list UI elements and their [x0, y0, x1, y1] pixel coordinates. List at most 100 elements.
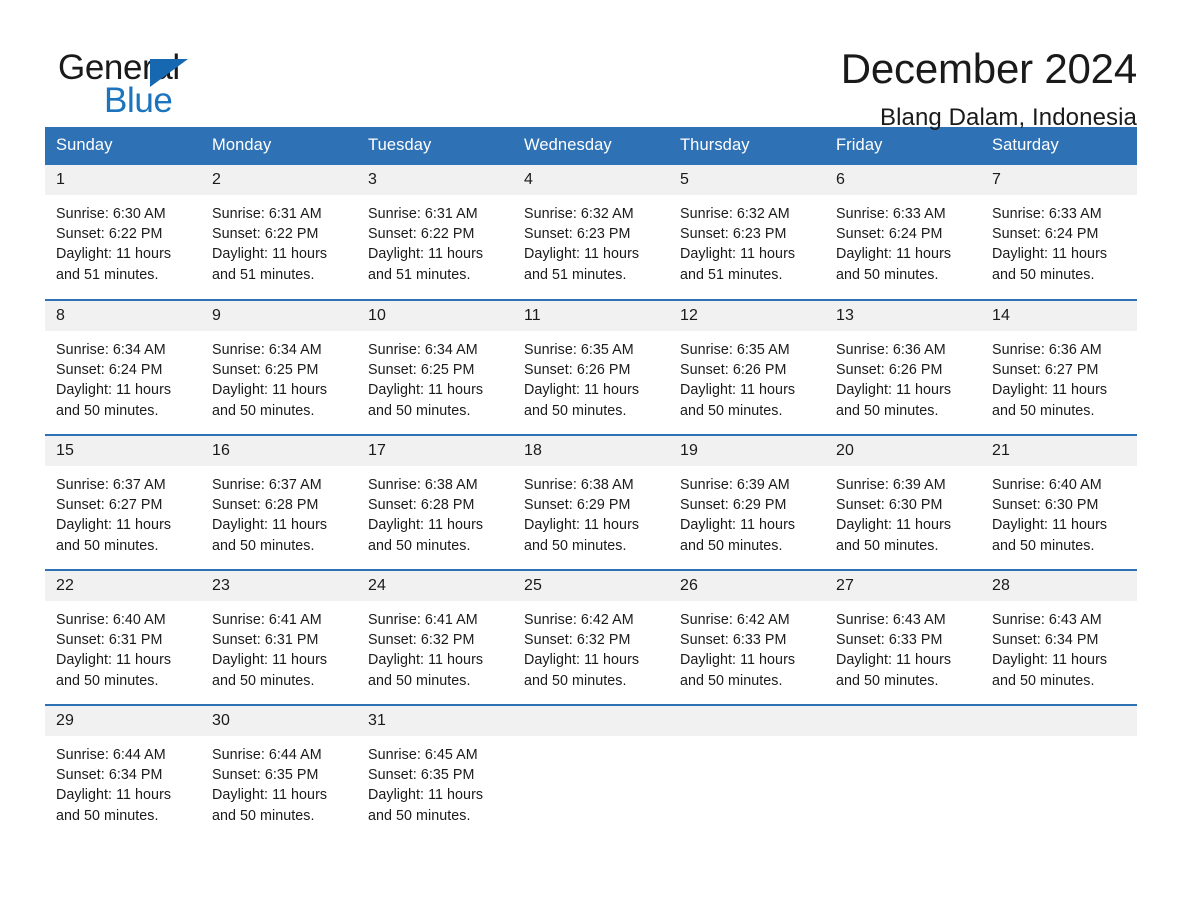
- calendar-day-cell[interactable]: 9 Sunrise: 6:34 AM Sunset: 6:25 PM Daylig…: [201, 299, 357, 435]
- day-sun-info: [513, 736, 669, 745]
- day-sun-info: Sunrise: 6:44 AM Sunset: 6:34 PM Dayligh…: [56, 747, 172, 824]
- calendar-body: 1 Sunrise: 6:30 AM Sunset: 6:22 PM Daylig…: [45, 165, 1137, 840]
- calendar-day-cell[interactable]: 11 Sunrise: 6:35 AM Sunset: 6:26 PM Dayli…: [513, 299, 669, 435]
- calendar-day-cell[interactable]: 25 Sunrise: 6:42 AM Sunset: 6:32 PM Dayli…: [513, 569, 669, 705]
- calendar-week-row: 1 Sunrise: 6:30 AM Sunset: 6:22 PM Daylig…: [45, 165, 1137, 300]
- calendar-day-cell[interactable]: 23 Sunrise: 6:41 AM Sunset: 6:31 PM Dayli…: [201, 569, 357, 705]
- page-header: General Blue December 2024 Blang Dalam, …: [0, 0, 1188, 132]
- calendar-day-cell[interactable]: 22 Sunrise: 6:40 AM Sunset: 6:31 PM Dayli…: [45, 569, 201, 705]
- day-number: 4: [513, 165, 669, 195]
- day-number: [669, 706, 825, 736]
- calendar-day-cell[interactable]: 14 Sunrise: 6:36 AM Sunset: 6:27 PM Dayli…: [981, 299, 1137, 435]
- calendar-day-cell[interactable]: 2 Sunrise: 6:31 AM Sunset: 6:22 PM Daylig…: [201, 165, 357, 300]
- calendar-day-cell[interactable]: 8 Sunrise: 6:34 AM Sunset: 6:24 PM Daylig…: [45, 299, 201, 435]
- day-sun-info: Sunrise: 6:44 AM Sunset: 6:35 PM Dayligh…: [212, 747, 328, 824]
- day-sun-info: Sunrise: 6:35 AM Sunset: 6:26 PM Dayligh…: [524, 342, 640, 419]
- day-sun-info: Sunrise: 6:34 AM Sunset: 6:25 PM Dayligh…: [212, 342, 328, 419]
- calendar-day-cell[interactable]: 16 Sunrise: 6:37 AM Sunset: 6:28 PM Dayli…: [201, 434, 357, 570]
- day-sun-info: Sunrise: 6:40 AM Sunset: 6:31 PM Dayligh…: [56, 612, 172, 689]
- day-number: 6: [825, 165, 981, 195]
- day-sun-info: Sunrise: 6:37 AM Sunset: 6:28 PM Dayligh…: [212, 477, 328, 554]
- day-number: 18: [513, 436, 669, 466]
- day-sun-info: Sunrise: 6:45 AM Sunset: 6:35 PM Dayligh…: [368, 747, 484, 824]
- calendar-day-cell[interactable]: 7 Sunrise: 6:33 AM Sunset: 6:24 PM Daylig…: [981, 165, 1137, 300]
- calendar-week-row: 29 Sunrise: 6:44 AM Sunset: 6:34 PM Dayli…: [45, 704, 1137, 840]
- day-number: 10: [357, 301, 513, 331]
- calendar-week-row: 15 Sunrise: 6:37 AM Sunset: 6:27 PM Dayli…: [45, 434, 1137, 570]
- day-sun-info: Sunrise: 6:37 AM Sunset: 6:27 PM Dayligh…: [56, 477, 172, 554]
- day-number: 31: [357, 706, 513, 736]
- calendar-empty-cell: [981, 704, 1137, 840]
- calendar-wrapper: Sunday Monday Tuesday Wednesday Thursday…: [0, 127, 1188, 840]
- day-sun-info: Sunrise: 6:31 AM Sunset: 6:22 PM Dayligh…: [212, 206, 328, 283]
- calendar-day-cell[interactable]: 18 Sunrise: 6:38 AM Sunset: 6:29 PM Dayli…: [513, 434, 669, 570]
- day-sun-info: Sunrise: 6:43 AM Sunset: 6:33 PM Dayligh…: [836, 612, 952, 689]
- day-number: 23: [201, 571, 357, 601]
- calendar-day-cell[interactable]: 6 Sunrise: 6:33 AM Sunset: 6:24 PM Daylig…: [825, 165, 981, 300]
- day-sun-info: Sunrise: 6:33 AM Sunset: 6:24 PM Dayligh…: [992, 206, 1108, 283]
- calendar-day-cell[interactable]: 28 Sunrise: 6:43 AM Sunset: 6:34 PM Dayli…: [981, 569, 1137, 705]
- weekday-header-saturday: Saturday: [981, 127, 1137, 165]
- day-sun-info: Sunrise: 6:36 AM Sunset: 6:26 PM Dayligh…: [836, 342, 952, 419]
- day-sun-info: Sunrise: 6:32 AM Sunset: 6:23 PM Dayligh…: [680, 206, 796, 283]
- calendar-day-cell[interactable]: 1 Sunrise: 6:30 AM Sunset: 6:22 PM Daylig…: [45, 165, 201, 300]
- page-title: December 2024: [840, 45, 1137, 92]
- day-number: 22: [45, 571, 201, 601]
- calendar-day-cell[interactable]: 15 Sunrise: 6:37 AM Sunset: 6:27 PM Dayli…: [45, 434, 201, 570]
- weekday-header-wednesday: Wednesday: [513, 127, 669, 165]
- day-sun-info: Sunrise: 6:33 AM Sunset: 6:24 PM Dayligh…: [836, 206, 952, 283]
- calendar-empty-cell: [825, 704, 981, 840]
- calendar-day-cell[interactable]: 3 Sunrise: 6:31 AM Sunset: 6:22 PM Daylig…: [357, 165, 513, 300]
- weekday-header-tuesday: Tuesday: [357, 127, 513, 165]
- logo-text-blue: Blue: [104, 81, 173, 120]
- day-number: 14: [981, 301, 1137, 331]
- day-number: 28: [981, 571, 1137, 601]
- calendar-day-cell[interactable]: 20 Sunrise: 6:39 AM Sunset: 6:30 PM Dayli…: [825, 434, 981, 570]
- day-number: 30: [201, 706, 357, 736]
- calendar-day-cell[interactable]: 26 Sunrise: 6:42 AM Sunset: 6:33 PM Dayli…: [669, 569, 825, 705]
- calendar-day-cell[interactable]: 4 Sunrise: 6:32 AM Sunset: 6:23 PM Daylig…: [513, 165, 669, 300]
- day-number: 29: [45, 706, 201, 736]
- day-sun-info: Sunrise: 6:35 AM Sunset: 6:26 PM Dayligh…: [680, 342, 796, 419]
- day-number: 19: [669, 436, 825, 466]
- calendar-day-cell[interactable]: 19 Sunrise: 6:39 AM Sunset: 6:29 PM Dayli…: [669, 434, 825, 570]
- weekday-header-friday: Friday: [825, 127, 981, 165]
- weekday-header-sunday: Sunday: [45, 127, 201, 165]
- calendar-day-cell[interactable]: 24 Sunrise: 6:41 AM Sunset: 6:32 PM Dayli…: [357, 569, 513, 705]
- day-sun-info: Sunrise: 6:36 AM Sunset: 6:27 PM Dayligh…: [992, 342, 1108, 419]
- calendar-day-cell[interactable]: 10 Sunrise: 6:34 AM Sunset: 6:25 PM Dayli…: [357, 299, 513, 435]
- day-number: 12: [669, 301, 825, 331]
- weekday-header-thursday: Thursday: [669, 127, 825, 165]
- day-number: 5: [669, 165, 825, 195]
- day-number: 13: [825, 301, 981, 331]
- generalblue-logo: General Blue: [58, 44, 258, 118]
- day-sun-info: [825, 736, 981, 745]
- day-number: 25: [513, 571, 669, 601]
- day-sun-info: [669, 736, 825, 745]
- day-sun-info: Sunrise: 6:38 AM Sunset: 6:28 PM Dayligh…: [368, 477, 484, 554]
- day-number: 24: [357, 571, 513, 601]
- calendar-day-cell[interactable]: 5 Sunrise: 6:32 AM Sunset: 6:23 PM Daylig…: [669, 165, 825, 300]
- calendar-week-row: 22 Sunrise: 6:40 AM Sunset: 6:31 PM Dayli…: [45, 569, 1137, 705]
- calendar-day-cell[interactable]: 21 Sunrise: 6:40 AM Sunset: 6:30 PM Dayli…: [981, 434, 1137, 570]
- day-number: [981, 706, 1137, 736]
- day-number: 15: [45, 436, 201, 466]
- day-sun-info: Sunrise: 6:42 AM Sunset: 6:32 PM Dayligh…: [524, 612, 640, 689]
- calendar-day-cell[interactable]: 30 Sunrise: 6:44 AM Sunset: 6:35 PM Dayli…: [201, 704, 357, 840]
- calendar-day-cell[interactable]: 27 Sunrise: 6:43 AM Sunset: 6:33 PM Dayli…: [825, 569, 981, 705]
- day-sun-info: Sunrise: 6:41 AM Sunset: 6:32 PM Dayligh…: [368, 612, 484, 689]
- calendar-day-cell[interactable]: 29 Sunrise: 6:44 AM Sunset: 6:34 PM Dayli…: [45, 704, 201, 840]
- calendar-day-cell[interactable]: 13 Sunrise: 6:36 AM Sunset: 6:26 PM Dayli…: [825, 299, 981, 435]
- calendar-day-cell[interactable]: 12 Sunrise: 6:35 AM Sunset: 6:26 PM Dayli…: [669, 299, 825, 435]
- day-sun-info: Sunrise: 6:41 AM Sunset: 6:31 PM Dayligh…: [212, 612, 328, 689]
- calendar-day-cell[interactable]: 31 Sunrise: 6:45 AM Sunset: 6:35 PM Dayli…: [357, 704, 513, 840]
- day-sun-info: Sunrise: 6:39 AM Sunset: 6:30 PM Dayligh…: [836, 477, 952, 554]
- day-number: 16: [201, 436, 357, 466]
- calendar-day-cell[interactable]: 17 Sunrise: 6:38 AM Sunset: 6:28 PM Dayli…: [357, 434, 513, 570]
- day-number: [513, 706, 669, 736]
- day-sun-info: Sunrise: 6:31 AM Sunset: 6:22 PM Dayligh…: [368, 206, 484, 283]
- calendar-empty-cell: [669, 704, 825, 840]
- weekday-header-monday: Monday: [201, 127, 357, 165]
- title-block: December 2024 Blang Dalam, Indonesia: [841, 44, 1137, 132]
- calendar-page: General Blue December 2024 Blang Dalam, …: [0, 0, 1188, 918]
